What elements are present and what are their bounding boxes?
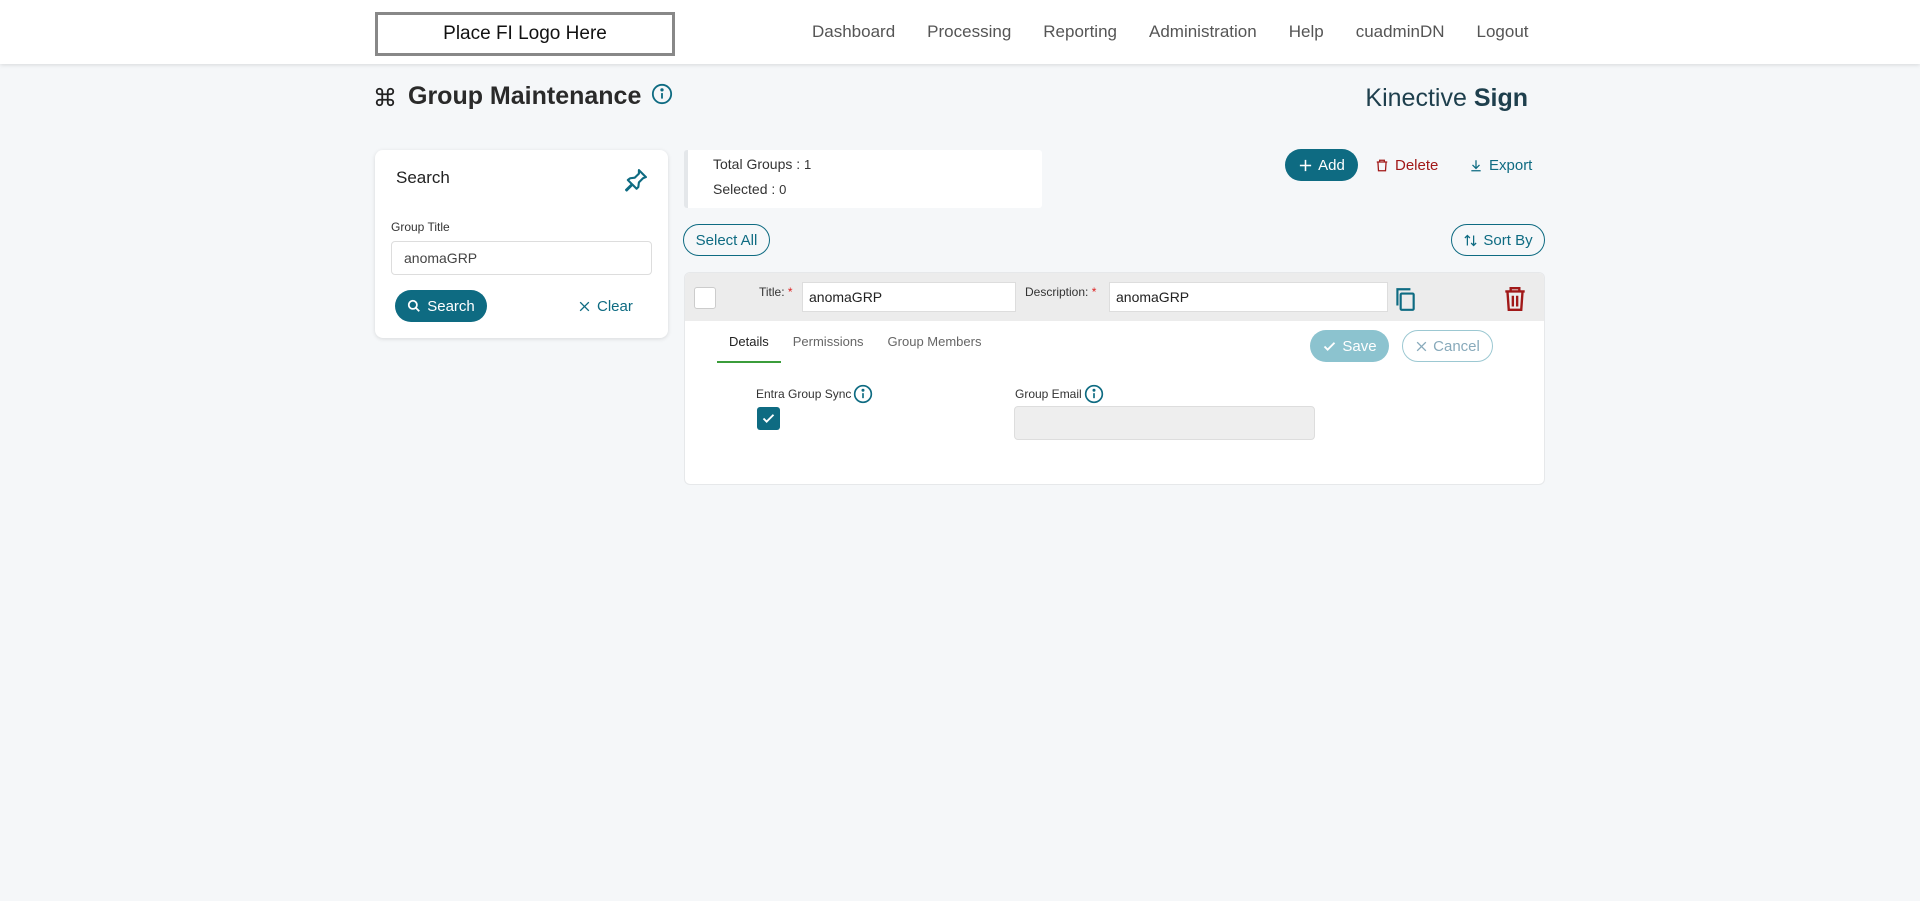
group-email-field[interactable]: [1014, 406, 1315, 440]
entra-sync-field-label: Entra Group Sync: [756, 384, 873, 404]
selected-label: Selected :: [713, 181, 780, 197]
copy-icon[interactable]: [1392, 286, 1418, 312]
close-icon: [579, 301, 590, 311]
group-title-label: Group Title: [391, 220, 450, 234]
plus-icon: [1300, 159, 1312, 171]
total-groups-value: 1: [804, 157, 812, 172]
page-header: Group Maintenance: [374, 82, 673, 111]
selected-count: Selected : 0: [713, 181, 786, 197]
download-icon: [1471, 159, 1481, 171]
delete-button-label: Delete: [1395, 156, 1439, 174]
tab-permissions[interactable]: Permissions: [781, 331, 876, 363]
check-icon: [762, 414, 775, 423]
search-button[interactable]: Search: [395, 290, 487, 322]
totals-card: Total Groups : 1 Selected : 0: [684, 150, 1042, 208]
search-button-label: Search: [427, 297, 475, 315]
page-title: Group Maintenance: [408, 82, 642, 110]
group-card-header: Title: * Description: *: [685, 273, 1544, 321]
title-field-label: Title: *: [759, 285, 793, 299]
sort-by-label: Sort By: [1483, 231, 1533, 249]
save-button-label: Save: [1342, 337, 1377, 355]
search-icon: [408, 299, 421, 312]
command-icon: [375, 87, 395, 106]
nav-help[interactable]: Help: [1289, 22, 1324, 42]
clear-button[interactable]: Clear: [578, 290, 633, 322]
delete-button[interactable]: Delete: [1375, 149, 1438, 181]
total-groups: Total Groups : 1: [713, 156, 811, 172]
group-tabs: Details Permissions Group Members: [717, 331, 993, 363]
row-select-checkbox[interactable]: [694, 287, 716, 309]
sort-by-button[interactable]: Sort By: [1451, 224, 1545, 256]
clear-button-label: Clear: [597, 297, 633, 315]
title-required-mark: *: [787, 285, 793, 299]
check-icon: [1324, 341, 1336, 351]
logo-placeholder[interactable]: Place FI Logo Here: [375, 12, 675, 56]
export-button[interactable]: Export: [1469, 149, 1532, 181]
nav-administration[interactable]: Administration: [1149, 22, 1257, 42]
info-icon[interactable]: [853, 384, 873, 404]
brand-logo: Kinective Sign: [1365, 84, 1528, 113]
description-label-text: Description:: [1025, 285, 1089, 299]
description-required-mark: *: [1091, 285, 1097, 299]
nav-processing[interactable]: Processing: [927, 22, 1011, 42]
nav-dashboard[interactable]: Dashboard: [812, 22, 895, 42]
group-email-field-label: Group Email: [1015, 384, 1104, 404]
trash-icon: [1376, 159, 1388, 171]
total-groups-label: Total Groups :: [713, 156, 805, 172]
title-label-text: Title:: [759, 285, 785, 299]
entra-sync-label: Entra Group Sync: [756, 387, 852, 401]
entra-sync-checkbox[interactable]: [757, 407, 780, 430]
description-input[interactable]: [1109, 282, 1388, 312]
group-title-input[interactable]: [391, 241, 652, 275]
nav-user-account[interactable]: cuadminDN: [1356, 22, 1445, 42]
sort-icon: [1464, 234, 1477, 246]
add-button-label: Add: [1318, 156, 1345, 174]
group-card: Title: * Description: * Details Permissi…: [684, 272, 1545, 485]
search-heading: Search: [396, 168, 450, 187]
group-email-label: Group Email: [1015, 387, 1082, 401]
pin-icon[interactable]: [622, 166, 650, 194]
nav-logout[interactable]: Logout: [1477, 22, 1529, 42]
delete-row-icon[interactable]: [1502, 285, 1528, 313]
tab-group-members[interactable]: Group Members: [876, 331, 994, 363]
cancel-button-label: Cancel: [1433, 337, 1480, 355]
save-button[interactable]: Save: [1310, 330, 1389, 362]
close-icon: [1416, 341, 1427, 351]
info-icon[interactable]: [651, 83, 673, 105]
select-all-button[interactable]: Select All: [683, 224, 770, 256]
title-input[interactable]: [802, 282, 1016, 312]
export-button-label: Export: [1489, 156, 1533, 174]
cancel-button[interactable]: Cancel: [1402, 330, 1493, 362]
top-navbar: Place FI Logo Here Dashboard Processing …: [0, 0, 1920, 64]
main-nav: Dashboard Processing Reporting Administr…: [812, 22, 1529, 42]
search-panel: Search Group Title Search Clear: [375, 150, 668, 338]
brand-name: Kinective: [1365, 84, 1467, 112]
brand-product: Sign: [1473, 84, 1528, 112]
description-field-label: Description: *: [1025, 285, 1096, 299]
info-icon[interactable]: [1084, 384, 1104, 404]
selected-value: 0: [779, 182, 787, 197]
nav-reporting[interactable]: Reporting: [1043, 22, 1117, 42]
tab-details[interactable]: Details: [717, 331, 781, 363]
add-button[interactable]: Add: [1285, 149, 1358, 181]
